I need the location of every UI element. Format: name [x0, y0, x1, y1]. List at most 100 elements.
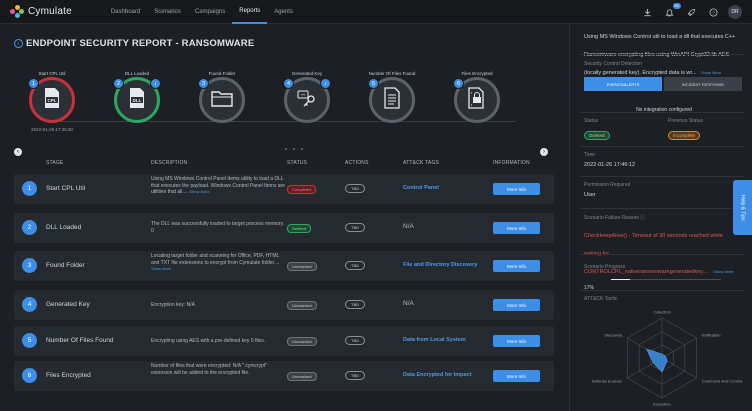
row-description: Encrypting using AES with a pre-defined … [151, 338, 286, 345]
row-description: Number of files that were encrypted: N/A… [151, 363, 286, 376]
row-stage-name: Number Of Files Found [46, 337, 114, 344]
cymulate-logo[interactable]: Cymulate [10, 4, 72, 19]
show-more-link[interactable]: Show More [189, 189, 209, 194]
integration-note: No integration configured [584, 98, 744, 116]
download-icon[interactable] [640, 5, 654, 19]
summary-show-more[interactable]: Show More [701, 70, 721, 75]
radar-label: Discovery [605, 333, 623, 338]
stage-card[interactable]: DLL Loaded 2 i DLL [102, 60, 172, 127]
rocket-icon[interactable] [684, 5, 698, 19]
action-tbd-button[interactable]: TBD [345, 371, 365, 380]
more-info-button[interactable]: More Info [493, 370, 540, 382]
report-main: ‹ ENDPOINT SECURITY REPORT - RANSOMWARE … [0, 24, 568, 411]
previous-status-label: Previous Status [668, 118, 704, 124]
nav-scenarios[interactable]: Scenarios [147, 0, 188, 24]
action-tbd-button[interactable]: TBD [345, 300, 365, 309]
header-stage: STAGE [46, 160, 64, 166]
carousel-prev-icon[interactable]: ‹ [14, 148, 22, 156]
nav-campaigns[interactable]: Campaigns [188, 0, 232, 24]
carousel-dots[interactable] [282, 148, 306, 150]
description-text: Locating target folder and scanning for … [151, 253, 280, 266]
attack-tactic-radar: Collection Exfiltration Command And Contro… [592, 310, 743, 407]
nav-agents[interactable]: Agents [267, 0, 300, 24]
permission-label: Permission Required [584, 182, 631, 188]
stage-ring[interactable]: 3 [198, 77, 245, 123]
tab-incident-response[interactable]: INCIDENT RESPONSE [664, 77, 742, 91]
info-icon[interactable]: i [320, 78, 331, 89]
notification-badge: 94 [672, 3, 681, 9]
stage-number: 1 [28, 78, 39, 89]
status-badge: Unreached [287, 337, 317, 346]
stage-card[interactable]: Number Of Files Found 5 [357, 60, 427, 127]
progress-row: 17% [584, 276, 744, 291]
tab-events-alerts[interactable]: EVENTS/ALERTS [584, 77, 662, 91]
divider [580, 112, 744, 113]
stage-card[interactable]: Start CPL Util 1 CPL 2022-01-26 17:46:30 [17, 60, 87, 132]
status-badge: Deleted [584, 131, 610, 140]
stage-number: 6 [453, 78, 464, 89]
stage-name: Found Folder [208, 71, 236, 76]
user-avatar[interactable]: DR [728, 5, 742, 19]
stage-ring[interactable]: 6 [453, 77, 500, 123]
action-tbd-button[interactable]: TBD [345, 184, 365, 193]
stage-card[interactable]: Generated Key 4 i *** [272, 60, 342, 127]
table-row: 6 Files Encrypted Number of files that wer… [14, 361, 554, 391]
status-badge: Unreached [287, 372, 317, 381]
header-actions: ACTIONS [345, 160, 369, 166]
stage-ring[interactable]: 5 [368, 77, 415, 123]
divider [580, 290, 744, 291]
page-title: ENDPOINT SECURITY REPORT - RANSOMWARE [26, 38, 255, 49]
stage-ring[interactable]: 1 CPL [28, 77, 75, 123]
stage-ring[interactable]: 2 i DLL [113, 77, 161, 123]
brand-name: Cymulate [28, 6, 72, 17]
progress-label: Scenario Progress [584, 264, 626, 270]
divider [580, 176, 744, 177]
attack-tag[interactable]: File and Directory Discovery [403, 262, 477, 268]
status-badge: Unreached [287, 262, 317, 271]
table-row: 4 Generated Key Encryption key: N/A Unreach… [14, 290, 554, 320]
previous-status-section: Previous Status Incomplete [668, 118, 738, 142]
attack-tag: N/A [403, 223, 414, 230]
stage-date: 2022-01-26 17:46:30 [31, 127, 73, 132]
help-tips-tab[interactable]: Help & Tips [733, 180, 752, 235]
status-label: Status [584, 118, 599, 124]
nav-icons: 94 ? DR [632, 0, 742, 24]
failure-label: Scenario Failure Reason ⓘ [584, 214, 744, 221]
bell-icon[interactable]: 94 [662, 3, 681, 19]
more-info-button[interactable]: More Info [493, 335, 540, 347]
info-circle-icon[interactable]: ⓘ [640, 215, 645, 221]
more-info-button[interactable]: More Info [493, 222, 540, 234]
more-info-button[interactable]: More Info [493, 183, 540, 195]
stage-card[interactable]: Found Folder 3 [187, 60, 257, 127]
action-tbd-button[interactable]: TBD [345, 223, 365, 232]
row-description: Encryption key: N/A [151, 302, 286, 309]
help-icon[interactable]: ? [706, 5, 720, 19]
attack-tag[interactable]: Data from Local System [403, 337, 466, 343]
back-arrow-icon[interactable]: ‹ [14, 39, 23, 48]
stage-flow: Start CPL Util 1 CPL 2022-01-26 17:46:30 DLL… [0, 60, 568, 160]
action-tbd-button[interactable]: TBD [345, 336, 365, 345]
encrypted-file-icon [467, 86, 487, 114]
dll-file-icon: DLL [127, 87, 147, 114]
description-text: 0 [151, 227, 154, 234]
stage-card[interactable]: Files Encrypted 6 [442, 60, 512, 127]
description-text: Encrypting using AES with a pre-defined … [151, 338, 266, 344]
nav-dashboard[interactable]: Dashboard [104, 0, 147, 24]
nav-reports[interactable]: Reports [232, 0, 268, 24]
attack-tag[interactable]: Data Encrypted for Impact [403, 372, 471, 378]
action-tbd-button[interactable]: TBD [345, 261, 365, 270]
stage-number: 4 [283, 78, 294, 89]
row-number: 1 [22, 181, 37, 196]
show-more-link[interactable]: Show More [151, 266, 171, 271]
attack-tag[interactable]: Control Panel [403, 185, 439, 191]
stage-ring[interactable]: 4 i *** [283, 77, 331, 123]
more-info-button[interactable]: More Info [493, 299, 540, 311]
radar-label: Command And Control [702, 379, 743, 384]
carousel-next-icon[interactable]: › [540, 148, 548, 156]
permission-value: User [584, 192, 596, 198]
more-info-button[interactable]: More Info [493, 260, 540, 272]
stage-name: Number Of Files Found [368, 71, 416, 76]
row-stage-name: Found Folder [46, 262, 85, 269]
info-icon[interactable]: i [150, 78, 161, 89]
time-section: Time 2022-01-26 17:46:12 [584, 152, 744, 169]
